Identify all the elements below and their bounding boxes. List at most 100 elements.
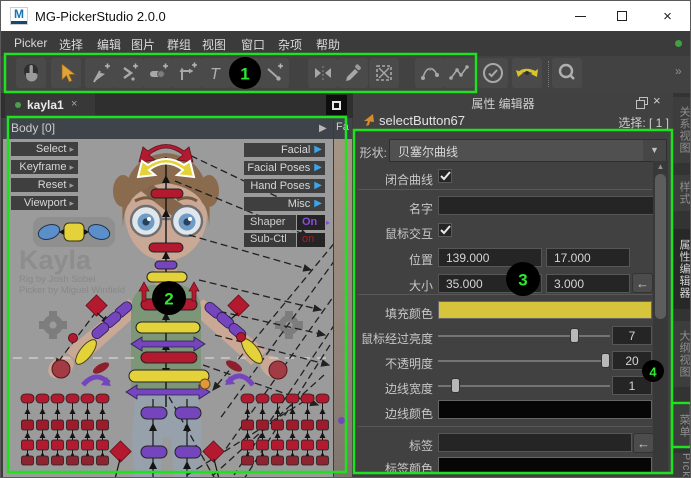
hip-offset-button[interactable] bbox=[200, 379, 210, 389]
picker-page-header[interactable]: Body [0] ▶ bbox=[3, 118, 333, 139]
position-label: 位置 bbox=[303, 251, 433, 268]
scrollbar-thumb[interactable] bbox=[655, 174, 666, 319]
tab-close-icon[interactable]: × bbox=[71, 98, 77, 110]
select-menu-button[interactable]: Select▸ bbox=[11, 142, 78, 156]
maximize-button[interactable] bbox=[603, 1, 641, 31]
menu-group[interactable]: 群组 bbox=[167, 36, 191, 53]
color-picker-button[interactable] bbox=[338, 58, 368, 88]
opacity-slider[interactable] bbox=[601, 353, 610, 368]
add-slider-button-button[interactable] bbox=[143, 58, 173, 88]
position-x-input[interactable]: 139.000 bbox=[438, 248, 542, 267]
opacity-value[interactable]: 20 bbox=[612, 351, 652, 370]
undo-redo-button[interactable] bbox=[512, 58, 542, 88]
border-width-slider[interactable] bbox=[451, 378, 460, 393]
facial-page-button[interactable]: Facial▶ bbox=[244, 143, 325, 157]
node-type-icon bbox=[361, 113, 375, 127]
tab-relationship-view[interactable]: 关系视图 bbox=[673, 97, 691, 163]
position-y-input[interactable]: 17.000 bbox=[546, 248, 630, 267]
tab-outline-view[interactable]: 大纲视图 bbox=[673, 321, 691, 387]
size-w-input[interactable]: 35.000 bbox=[438, 274, 542, 293]
minimize-icon bbox=[575, 16, 586, 17]
curve-tool-button[interactable] bbox=[415, 58, 445, 88]
title-bar: M MG-PickerStudio 2.0.0 × bbox=[1, 1, 691, 31]
border-color-swatch[interactable] bbox=[438, 400, 652, 419]
hover-brightness-value[interactable]: 7 bbox=[612, 326, 652, 345]
menu-picker[interactable]: Picker bbox=[14, 36, 47, 50]
opacity-label: 不透明度 bbox=[303, 355, 433, 372]
panel-close-icon[interactable]: × bbox=[653, 93, 661, 108]
menu-window[interactable]: 窗口 bbox=[241, 36, 265, 53]
tab-style[interactable]: 样式 bbox=[673, 175, 691, 211]
mirror-button[interactable] bbox=[308, 58, 338, 88]
tab-kayla1[interactable]: kayla1 × bbox=[5, 93, 95, 118]
shape-label: 形状: bbox=[355, 144, 387, 161]
menu-view[interactable]: 视图 bbox=[202, 36, 226, 53]
add-text-button[interactable]: T bbox=[201, 58, 231, 88]
tag-input[interactable] bbox=[438, 433, 632, 452]
right-thigh-button bbox=[175, 407, 201, 419]
dock-window-icon[interactable] bbox=[636, 97, 649, 109]
size-h-input[interactable]: 3.000 bbox=[546, 274, 630, 293]
menu-help[interactable]: 帮助 bbox=[316, 36, 340, 53]
close-button[interactable]: × bbox=[643, 1, 691, 31]
minimize-button[interactable] bbox=[561, 1, 599, 31]
fill-color-swatch[interactable] bbox=[438, 301, 652, 319]
eyedropper-icon bbox=[342, 62, 364, 84]
tag-reset-button[interactable]: ← bbox=[633, 433, 654, 453]
spine-low-button bbox=[141, 352, 197, 363]
hand-tool-button[interactable] bbox=[16, 58, 46, 88]
toolbar-separator bbox=[548, 61, 549, 87]
menu-edit[interactable]: 编辑 bbox=[97, 36, 121, 53]
subctl-label: Sub-Ctl bbox=[244, 233, 296, 247]
tag-label: 标签 bbox=[303, 437, 433, 454]
tag-color-swatch[interactable] bbox=[438, 457, 652, 473]
panel-maximize-button[interactable] bbox=[326, 95, 347, 115]
menu-image[interactable]: 图片 bbox=[131, 36, 155, 53]
border-width-track bbox=[438, 385, 610, 387]
border-width-value[interactable]: 1 bbox=[612, 376, 652, 395]
add-shape-button-button[interactable] bbox=[230, 58, 260, 88]
selection-count: 选择: [ 1 ] bbox=[529, 114, 669, 131]
add-command-button-button[interactable] bbox=[114, 58, 144, 88]
marquee-select-button[interactable] bbox=[369, 58, 399, 88]
partial-page-header[interactable]: Fa bbox=[334, 118, 352, 139]
right-knee-button bbox=[175, 446, 201, 458]
right-hand-button[interactable] bbox=[269, 361, 287, 379]
mouse-interact-checkbox[interactable] bbox=[438, 223, 452, 237]
name-input[interactable] bbox=[438, 196, 654, 215]
opacity-track bbox=[438, 360, 610, 362]
apply-check-button[interactable] bbox=[478, 58, 508, 88]
add-pose-button-button[interactable] bbox=[172, 58, 202, 88]
toolbar-overflow-chevron[interactable]: » bbox=[675, 64, 682, 78]
maya-app-icon: M bbox=[10, 7, 28, 25]
shape-dropdown[interactable]: 贝塞尔曲线 ▼ bbox=[389, 139, 667, 162]
menu-misc[interactable]: 杂项 bbox=[278, 36, 302, 53]
tab-picker[interactable]: Picker bbox=[673, 453, 691, 478]
menu-select[interactable]: 选择 bbox=[59, 36, 83, 53]
hover-brightness-slider[interactable] bbox=[570, 328, 579, 343]
neck-button bbox=[155, 261, 177, 269]
add-line-button[interactable] bbox=[259, 58, 289, 88]
tab-attribute-editor[interactable]: 属性编辑器 bbox=[673, 229, 691, 309]
reset-menu-button[interactable]: Reset▸ bbox=[11, 178, 78, 192]
left-elbow-button[interactable] bbox=[69, 334, 78, 343]
attribute-scrollbar[interactable]: ▲ bbox=[653, 161, 668, 473]
page-expand-icon[interactable]: ▶ bbox=[319, 118, 327, 139]
select-tool-button[interactable] bbox=[51, 58, 81, 88]
hover-brightness-track bbox=[438, 335, 610, 337]
keyframe-menu-button[interactable]: Keyframe▸ bbox=[11, 160, 78, 174]
polyline-tool-button[interactable] bbox=[444, 58, 474, 88]
eye-control[interactable] bbox=[33, 217, 115, 247]
left-hand-button[interactable] bbox=[52, 360, 70, 378]
size-label: 大小 bbox=[303, 277, 433, 294]
right-elbow-button[interactable] bbox=[237, 333, 246, 342]
add-select-button-button[interactable] bbox=[85, 58, 115, 88]
viewport-menu-button[interactable]: Viewport▸ bbox=[11, 196, 78, 210]
search-button[interactable] bbox=[552, 58, 582, 88]
closed-curve-checkbox[interactable] bbox=[438, 169, 452, 183]
scroll-up-icon[interactable]: ▲ bbox=[653, 161, 668, 173]
tab-menu[interactable]: 菜单 bbox=[673, 405, 691, 447]
svg-text:Rig by Josh Sobel: Rig by Josh Sobel bbox=[19, 274, 96, 285]
size-reset-button[interactable]: ← bbox=[632, 273, 653, 293]
add-select-button-icon bbox=[89, 62, 111, 84]
